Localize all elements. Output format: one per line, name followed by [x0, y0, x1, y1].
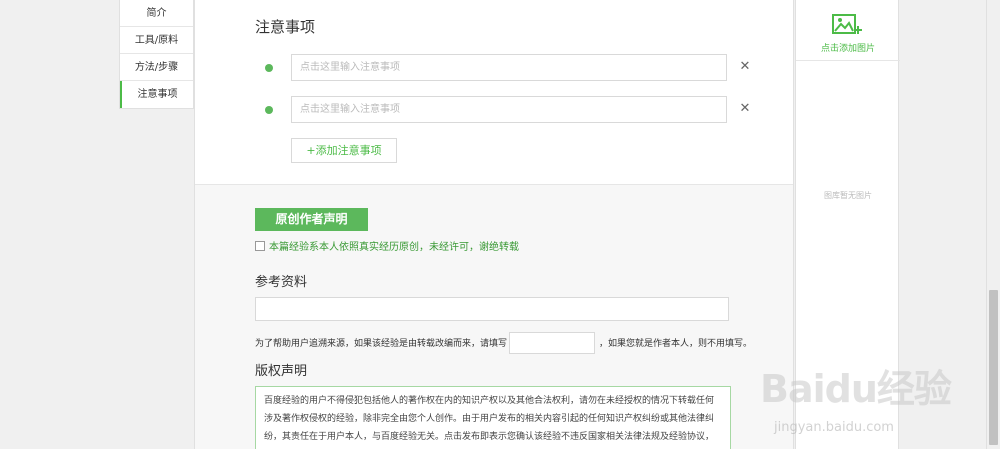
- editor-main: 注意事项 ✕ ✕ +添加注意事项 原创作者声明 本篇经验系本人依照真实经历原创，…: [194, 0, 794, 449]
- close-icon[interactable]: ✕: [739, 60, 751, 74]
- note-row: ✕: [255, 96, 755, 124]
- references-input[interactable]: [255, 297, 729, 321]
- left-nav: 简介 工具/原料 方法/步骤 注意事项: [119, 0, 194, 109]
- watermark-brand: Baidu经验: [760, 367, 952, 411]
- add-note-button[interactable]: +添加注意事项: [291, 138, 397, 163]
- bullet-dot-icon: [265, 106, 273, 114]
- references-title: 参考资料: [255, 275, 308, 290]
- nav-item-tools[interactable]: 工具/原料: [120, 27, 193, 54]
- note-input[interactable]: [291, 54, 727, 81]
- watermark-url: jingyan.baidu.com: [774, 420, 894, 435]
- scrollbar-thumb[interactable]: [989, 290, 998, 445]
- note-input[interactable]: [291, 96, 727, 123]
- source-input[interactable]: [509, 332, 595, 354]
- note-row: ✕: [255, 54, 755, 82]
- add-image-label: 点击添加图片: [820, 44, 875, 54]
- no-image-label: 图库暂无图片: [824, 191, 872, 200]
- source-hint-pre: 为了帮助用户追溯来源，如果该经验是由转载改编而来，请填写: [255, 339, 508, 349]
- source-hint-post: ，如果您就是作者本人，则不用填写。: [599, 339, 753, 349]
- original-declaration: 本篇经验系本人依照真实经历原创，未经许可，谢绝转载: [255, 238, 519, 253]
- original-checkbox[interactable]: [255, 240, 265, 251]
- notes-title: 注意事项: [255, 18, 316, 36]
- baidu-watermark: Baidu经验 jingyan.baidu.com: [760, 358, 990, 448]
- nav-item-notes[interactable]: 注意事项: [120, 81, 193, 108]
- original-checkbox-label: 本篇经验系本人依照真实经历原创，未经许可，谢绝转载: [269, 242, 519, 253]
- source-row: 为了帮助用户追溯来源，如果该经验是由转载改编而来，请填写 ，如果您就是作者本人，…: [255, 332, 775, 354]
- copyright-text: 百度经验的用户不得侵犯包括他人的著作权在内的知识产权以及其他合法权利，请勿在未经…: [255, 386, 731, 449]
- add-image-icon: [832, 14, 862, 34]
- nav-item-steps[interactable]: 方法/步骤: [120, 54, 193, 81]
- bullet-dot-icon: [265, 64, 273, 72]
- nav-item-intro[interactable]: 简介: [120, 0, 193, 27]
- close-icon[interactable]: ✕: [739, 102, 751, 116]
- add-image-button[interactable]: 点击添加图片: [796, 0, 900, 61]
- original-author-badge: 原创作者声明: [255, 208, 368, 231]
- copyright-title: 版权声明: [255, 364, 308, 379]
